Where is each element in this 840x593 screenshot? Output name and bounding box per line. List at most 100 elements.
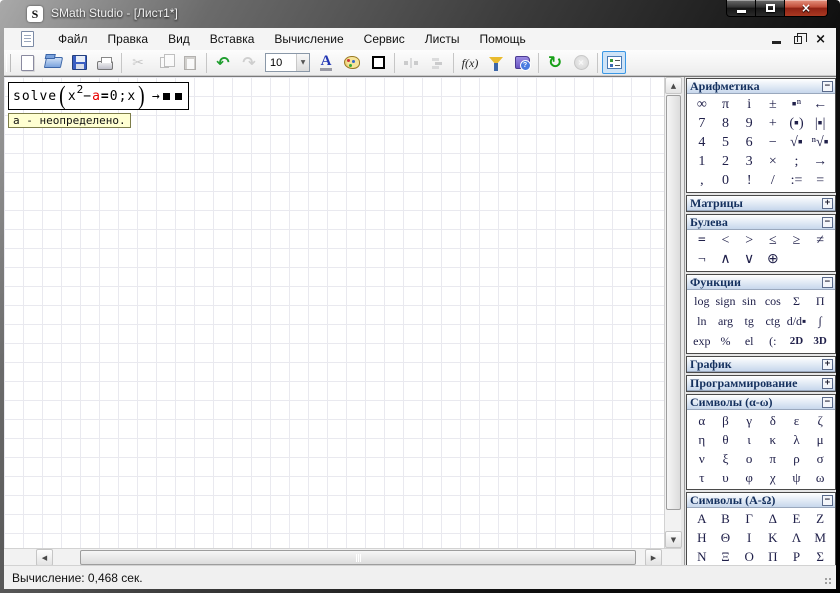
palette-symbol[interactable]: ξ [714, 449, 738, 468]
palette-symbol[interactable]: ▪ⁿ [785, 95, 809, 114]
palette-symbol[interactable]: = [690, 231, 714, 250]
recalculate-button[interactable]: ↻ [543, 51, 567, 74]
palette-symbol[interactable]: Κ [761, 528, 785, 547]
palette-symbol[interactable]: + [761, 114, 785, 133]
print-button[interactable] [93, 51, 117, 74]
palette-symbol[interactable]: (▪) [785, 114, 809, 133]
palette-symbol[interactable]: ψ [785, 468, 809, 487]
palette-symbol[interactable]: Ι [737, 528, 761, 547]
menu-item[interactable]: Помощь [469, 29, 535, 49]
palette-symbol[interactable]: ≤ [761, 231, 785, 250]
toolbar-grip[interactable] [6, 54, 11, 72]
palette-symbol[interactable]: sin [737, 291, 761, 311]
palette-symbol[interactable]: ε [785, 411, 809, 430]
palette-symbol[interactable]: ν [690, 449, 714, 468]
collapse-toggle[interactable]: − [822, 397, 833, 408]
open-button[interactable] [41, 51, 65, 74]
palette-symbol[interactable]: arg [714, 311, 738, 331]
horizontal-scroll-thumb[interactable] [80, 550, 636, 565]
palette-symbol[interactable]: Ζ [808, 509, 832, 528]
palette-symbol[interactable]: ; [785, 152, 809, 171]
palette-symbol[interactable]: − [761, 133, 785, 152]
collapse-toggle[interactable]: − [822, 495, 833, 506]
palette-symbol[interactable]: d/d▪ [785, 311, 809, 331]
font-size-combo[interactable]: 10 ▼ [265, 53, 310, 72]
palette-symbol[interactable]: Θ [714, 528, 738, 547]
document-icon[interactable] [21, 31, 34, 47]
palette-symbol[interactable]: 6 [737, 133, 761, 152]
menu-item[interactable]: Правка [98, 29, 159, 49]
palette-symbol[interactable]: ⁿ√▪ [808, 133, 832, 152]
palette-symbol[interactable]: (: [761, 331, 785, 351]
palette-symbol[interactable]: 2 [714, 152, 738, 171]
palette-symbol[interactable]: ln [690, 311, 714, 331]
palette-symbol[interactable]: μ [808, 430, 832, 449]
menu-item[interactable]: Файл [48, 29, 98, 49]
palette-symbol[interactable]: tg [737, 311, 761, 331]
palette-symbol[interactable]: := [785, 171, 809, 190]
mdi-restore-icon[interactable] [794, 36, 802, 44]
palette-symbol[interactable]: / [761, 171, 785, 190]
palette-symbol[interactable]: el [737, 331, 761, 351]
palette-symbol[interactable]: β [714, 411, 738, 430]
reference-book-button[interactable] [510, 51, 534, 74]
palette-symbol[interactable]: Ν [690, 547, 714, 565]
palette-symbol[interactable]: ∧ [714, 250, 738, 269]
palette-symbol[interactable]: Β [714, 509, 738, 528]
palette-symbol[interactable]: sign [714, 291, 738, 311]
palette-symbol[interactable]: υ [714, 468, 738, 487]
background-color-button[interactable] [340, 51, 364, 74]
palette-symbol[interactable]: κ [761, 430, 785, 449]
palette-symbol[interactable]: Ο [737, 547, 761, 565]
palette-symbol[interactable]: τ [690, 468, 714, 487]
palette-symbol[interactable]: 3D [808, 331, 832, 351]
palette-symbol[interactable]: σ [808, 449, 832, 468]
palette-symbol[interactable]: δ [761, 411, 785, 430]
math-region[interactable]: solve ( x 2 − a = 0 ; x ) → [8, 82, 189, 110]
palette-symbol[interactable]: Δ [761, 509, 785, 528]
insert-function-button[interactable]: f(x) [458, 51, 482, 74]
palette-symbol[interactable]: Η [690, 528, 714, 547]
palette-symbol[interactable]: log [690, 291, 714, 311]
palette-symbol[interactable]: ± [761, 95, 785, 114]
border-button[interactable] [366, 51, 390, 74]
worksheet-canvas[interactable]: solve ( x 2 − a = 0 ; x ) → a - неопреде… [4, 77, 664, 548]
mdi-close-icon[interactable]: × [815, 33, 826, 46]
horizontal-scrollbar[interactable]: ◀ ▶ [4, 548, 681, 565]
minimize-button[interactable] [726, 0, 756, 17]
palette-symbol[interactable]: ≠ [808, 231, 832, 250]
expand-toggle[interactable]: + [822, 198, 833, 209]
undo-button[interactable]: ↶ [211, 51, 235, 74]
palette-symbol[interactable]: 1 [690, 152, 714, 171]
palette-symbol[interactable]: ≥ [785, 231, 809, 250]
palette-symbol[interactable]: π [714, 95, 738, 114]
palette-symbol[interactable]: , [690, 171, 714, 190]
palette-symbol[interactable]: λ [785, 430, 809, 449]
menu-item[interactable]: Листы [415, 29, 470, 49]
save-button[interactable] [67, 51, 91, 74]
palette-symbol[interactable]: 7 [690, 114, 714, 133]
palette-symbol[interactable]: < [714, 231, 738, 250]
palette-symbol[interactable]: 8 [714, 114, 738, 133]
palette-symbol[interactable]: ι [737, 430, 761, 449]
filter-button[interactable] [484, 51, 508, 74]
close-button[interactable]: × [784, 0, 828, 17]
scroll-up-icon[interactable]: ▲ [665, 77, 682, 94]
palette-symbol[interactable]: > [737, 231, 761, 250]
palette-symbol[interactable]: Ξ [714, 547, 738, 565]
palette-symbol[interactable]: ¬ [690, 250, 714, 269]
title-bar[interactable]: S SMath Studio - [Лист1*] × [0, 0, 840, 28]
palette-symbol[interactable]: π [761, 449, 785, 468]
palette-symbol[interactable]: θ [714, 430, 738, 449]
palette-symbol[interactable]: χ [761, 468, 785, 487]
palette-symbol[interactable]: Σ [808, 547, 832, 565]
menu-item[interactable]: Вид [158, 29, 200, 49]
palette-symbol[interactable]: ω [808, 468, 832, 487]
resize-grip[interactable] [825, 578, 833, 586]
palette-symbol[interactable]: ζ [808, 411, 832, 430]
vertical-scroll-thumb[interactable] [666, 95, 681, 510]
palette-symbol[interactable]: 9 [737, 114, 761, 133]
palette-symbol[interactable]: φ [737, 468, 761, 487]
expand-toggle[interactable]: + [822, 359, 833, 370]
palette-symbol[interactable]: i [737, 95, 761, 114]
